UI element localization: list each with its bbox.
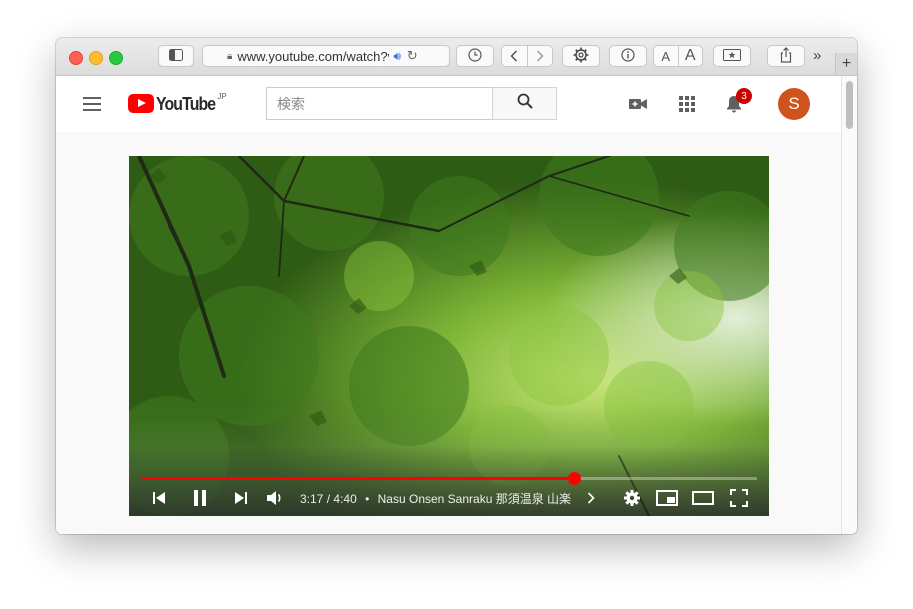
- sidebar-button[interactable]: [158, 45, 194, 67]
- lock-icon: 🔒︎: [227, 50, 233, 62]
- current-time: 3:17: [300, 492, 324, 506]
- menu-icon[interactable]: [83, 97, 101, 111]
- duration: 4:40: [333, 492, 357, 506]
- reload-icon[interactable]: ↻: [407, 48, 418, 64]
- pause-icon[interactable]: [191, 487, 209, 509]
- search-input[interactable]: 検索: [266, 87, 493, 120]
- notification-badge: 3: [736, 88, 752, 104]
- apps-icon[interactable]: [677, 94, 697, 114]
- address-bar[interactable]: 🔒︎ www.youtube.com/watch?v 🔊︎ ↻: [202, 45, 450, 67]
- info-button[interactable]: [609, 45, 647, 67]
- info-icon: [621, 47, 635, 65]
- speaker-icon[interactable]: 🔊︎: [393, 49, 401, 64]
- settings-icon[interactable]: [622, 487, 642, 509]
- search-icon: [517, 93, 533, 114]
- video-title[interactable]: Nasu Onsen Sanraku 那須温泉 山楽: [378, 492, 571, 506]
- time-separator: /: [326, 492, 331, 506]
- share-button[interactable]: [767, 45, 805, 67]
- youtube-logo[interactable]: YouTube JP: [128, 92, 227, 114]
- browser-window: 🔒︎ www.youtube.com/watch?v 🔊︎ ↻ A A » + …: [56, 38, 857, 534]
- page-scrollbar[interactable]: [841, 76, 857, 534]
- chapter-chevron-icon[interactable]: [585, 487, 597, 509]
- reader-icon: [723, 48, 741, 64]
- next-icon[interactable]: [233, 487, 249, 509]
- progress-played: [141, 477, 575, 480]
- region-code: JP: [217, 92, 227, 101]
- back-icon[interactable]: [502, 46, 527, 66]
- share-icon: [779, 46, 793, 66]
- browser-toolbar: 🔒︎ www.youtube.com/watch?v 🔊︎ ↻ A A » +: [56, 38, 857, 76]
- navigation-buttons: [501, 45, 553, 67]
- youtube-play-icon: [128, 94, 154, 113]
- volume-icon[interactable]: [265, 487, 285, 509]
- sidebar-icon: [169, 48, 183, 64]
- avatar[interactable]: S: [778, 88, 810, 120]
- youtube-header: YouTube JP 検索 3 S: [56, 76, 842, 132]
- fullscreen-icon[interactable]: [729, 487, 749, 509]
- progress-bar[interactable]: [141, 472, 757, 485]
- theater-icon[interactable]: [691, 487, 715, 509]
- new-tab-icon[interactable]: +: [835, 53, 857, 75]
- scrollbar-thumb[interactable]: [846, 81, 853, 129]
- miniplayer-icon[interactable]: [655, 487, 679, 509]
- address-url: www.youtube.com/watch?v: [237, 48, 390, 64]
- text-smaller-button[interactable]: A: [654, 46, 678, 66]
- extensions-button[interactable]: [562, 45, 600, 67]
- video-player[interactable]: 3:17 / 4:40 • Nasu Onsen Sanraku 那須温泉 山楽: [129, 156, 769, 516]
- forward-icon[interactable]: [526, 46, 553, 66]
- overflow-icon[interactable]: »: [813, 47, 821, 64]
- zoom-window-button[interactable]: [109, 51, 123, 65]
- title-bullet: •: [365, 492, 370, 506]
- previous-icon[interactable]: [151, 487, 167, 509]
- text-size-buttons: A A: [653, 45, 703, 67]
- gear-icon: [573, 47, 589, 66]
- close-window-button[interactable]: [69, 51, 83, 65]
- logo-text: YouTube: [156, 94, 216, 114]
- create-video-icon[interactable]: [628, 94, 648, 114]
- minimize-window-button[interactable]: [89, 51, 103, 65]
- search-placeholder: 検索: [277, 95, 305, 112]
- reader-button[interactable]: [713, 45, 751, 67]
- history-icon: [468, 47, 482, 65]
- search-button[interactable]: [492, 87, 557, 120]
- time-and-title: 3:17 / 4:40 • Nasu Onsen Sanraku 那須温泉 山楽: [300, 490, 571, 507]
- page-content: YouTube JP 検索 3 S 3:17 / 4:40 • Nasu Ons…: [56, 76, 842, 534]
- text-larger-button[interactable]: A: [677, 46, 703, 66]
- history-button[interactable]: [456, 45, 494, 67]
